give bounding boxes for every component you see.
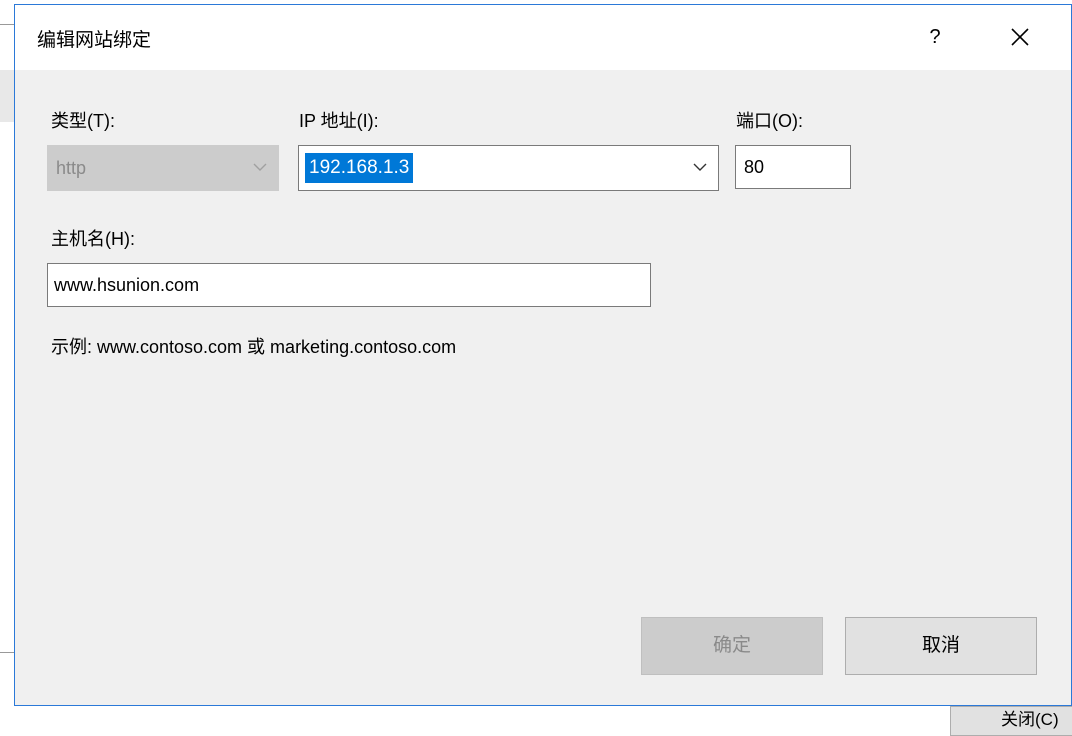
type-label: 类型(T): bbox=[51, 111, 115, 131]
ip-address-select[interactable]: 192.168.1.3 bbox=[298, 145, 719, 191]
chevron-down-icon bbox=[693, 163, 707, 171]
background-left-edge bbox=[0, 0, 14, 732]
hostname-input[interactable]: www.hsunion.com bbox=[47, 263, 651, 307]
background-left-block bbox=[0, 70, 14, 122]
dialog-title: 编辑网站绑定 bbox=[37, 30, 152, 51]
edit-site-binding-dialog: 编辑网站绑定 ? 类型(T): IP 地址(I): 端口(O): http 19… bbox=[14, 4, 1072, 706]
background-tick bbox=[0, 652, 14, 653]
port-label: 端口(O): bbox=[736, 111, 803, 131]
dialog-titlebar: 编辑网站绑定 ? bbox=[15, 5, 1071, 70]
example-hint: 示例: www.contoso.com 或 marketing.contoso.… bbox=[51, 337, 457, 357]
ip-address-label: IP 地址(I): bbox=[299, 111, 379, 131]
type-select-value: http bbox=[56, 158, 87, 178]
type-select[interactable]: http bbox=[47, 145, 279, 191]
chevron-down-icon bbox=[253, 163, 267, 171]
cancel-button[interactable]: 取消 bbox=[845, 617, 1037, 675]
ok-button[interactable]: 确定 bbox=[641, 617, 823, 675]
help-button[interactable]: ? bbox=[915, 19, 955, 55]
hostname-label: 主机名(H): bbox=[51, 229, 135, 249]
ip-address-value: 192.168.1.3 bbox=[305, 153, 414, 183]
port-input[interactable]: 80 bbox=[735, 145, 851, 189]
background-tick bbox=[0, 24, 14, 25]
close-button[interactable] bbox=[997, 19, 1043, 55]
close-icon bbox=[1011, 28, 1029, 46]
